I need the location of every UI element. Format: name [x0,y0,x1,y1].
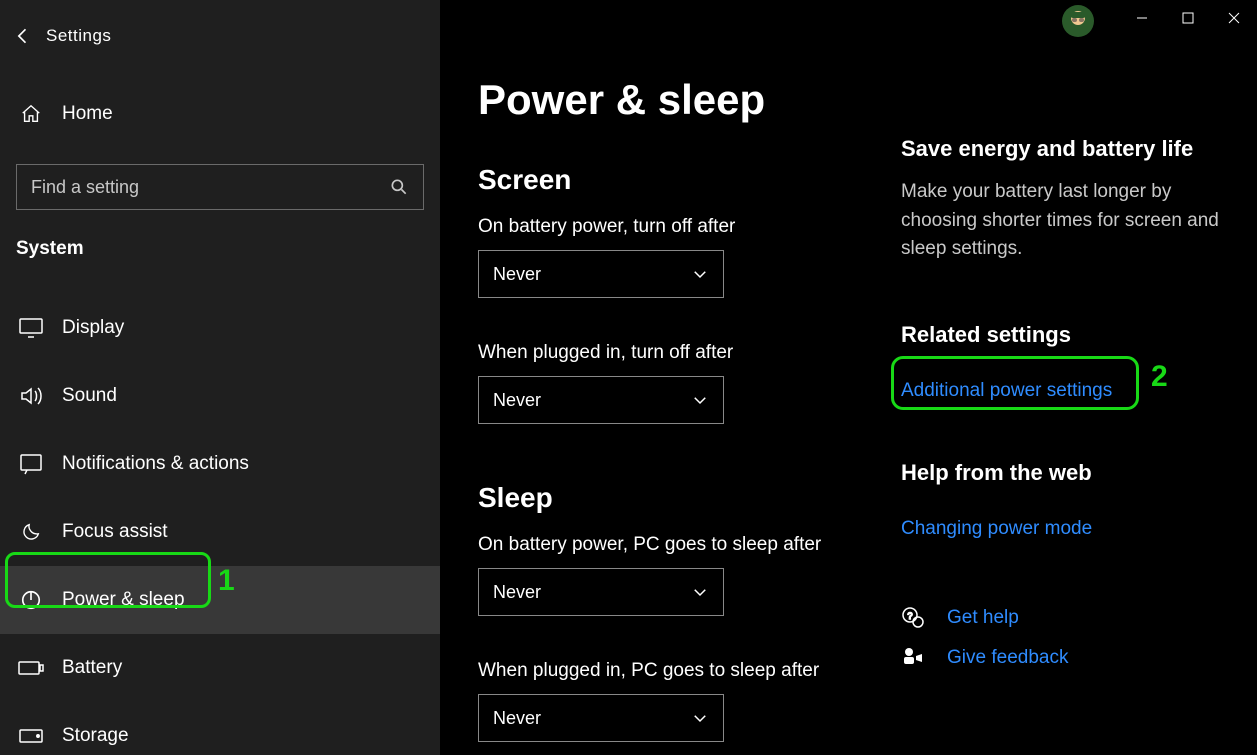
save-energy-body: Make your battery last longer by choosin… [901,178,1227,264]
power-icon [18,587,44,613]
display-icon [18,315,44,341]
sidebar-item-storage[interactable]: Storage [0,702,440,755]
get-help-link[interactable]: Get help [947,607,1019,629]
changing-power-mode-link[interactable]: Changing power mode [901,518,1092,540]
user-avatar[interactable] [1061,4,1095,38]
search-placeholder: Find a setting [31,177,139,198]
screen-heading: Screen [478,164,870,196]
screen-plugged-select[interactable]: Never [478,376,724,424]
select-value: Never [493,390,541,411]
battery-icon [18,655,44,681]
give-feedback-link[interactable]: Give feedback [947,647,1068,669]
chevron-down-icon [691,583,709,601]
select-value: Never [493,708,541,729]
related-settings-section: Related settings Additional power settin… [901,322,1227,402]
chevron-down-icon [691,709,709,727]
annotation-number-2: 2 [1151,360,1168,394]
page-title: Power & sleep [478,76,870,124]
additional-power-settings-link[interactable]: Additional power settings [901,380,1112,402]
save-energy-heading: Save energy and battery life [901,136,1227,162]
close-button[interactable] [1211,0,1257,36]
search-icon [389,177,409,197]
screen-battery-select[interactable]: Never [478,250,724,298]
moon-icon [18,519,44,545]
storage-icon [18,723,44,749]
get-help-icon: ? [901,606,925,630]
svg-text:?: ? [907,611,912,621]
back-arrow-icon [13,26,33,46]
sidebar-category: System [16,238,440,260]
screen-battery-label: On battery power, turn off after [478,216,870,238]
sidebar-item-focus-assist[interactable]: Focus assist [0,498,440,566]
back-button[interactable] [0,14,46,58]
sidebar-item-label: Sound [62,385,117,407]
search-input[interactable]: Find a setting [16,164,424,210]
app-title: Settings [46,26,111,46]
annotation-number-1: 1 [218,564,235,598]
sidebar-item-label: Focus assist [62,521,168,543]
sidebar-item-label: Display [62,317,124,339]
related-settings-heading: Related settings [901,322,1227,348]
sound-icon [18,383,44,409]
main-area: Power & sleep Screen On battery power, t… [440,0,1257,755]
minimize-button[interactable] [1119,0,1165,36]
sidebar: Settings Home Find a setting System Di [0,0,440,755]
select-value: Never [493,582,541,603]
help-web-heading: Help from the web [901,460,1227,486]
sidebar-item-label: Storage [62,725,129,747]
sidebar-item-battery[interactable]: Battery [0,634,440,702]
minimize-icon [1136,12,1148,24]
sidebar-item-label: Battery [62,657,122,679]
sidebar-item-display[interactable]: Display [0,294,440,362]
sidebar-item-sound[interactable]: Sound [0,362,440,430]
feedback-icon [901,646,925,670]
sidebar-item-notifications[interactable]: Notifications & actions [0,430,440,498]
screen-plugged-label: When plugged in, turn off after [478,342,870,364]
sleep-plugged-select[interactable]: Never [478,694,724,742]
sleep-heading: Sleep [478,482,870,514]
close-icon [1228,12,1240,24]
chevron-down-icon [691,391,709,409]
select-value: Never [493,264,541,285]
maximize-button[interactable] [1165,0,1211,36]
home-label: Home [62,103,113,125]
sidebar-item-label: Power & sleep [62,589,185,611]
home-icon [18,101,44,127]
notifications-icon [18,451,44,477]
sidebar-item-label: Notifications & actions [62,453,249,475]
sleep-battery-select[interactable]: Never [478,568,724,616]
chevron-down-icon [691,265,709,283]
maximize-icon [1182,12,1194,24]
sleep-plugged-label: When plugged in, PC goes to sleep after [478,660,870,682]
sidebar-home[interactable]: Home [0,90,440,138]
sleep-battery-label: On battery power, PC goes to sleep after [478,534,870,556]
